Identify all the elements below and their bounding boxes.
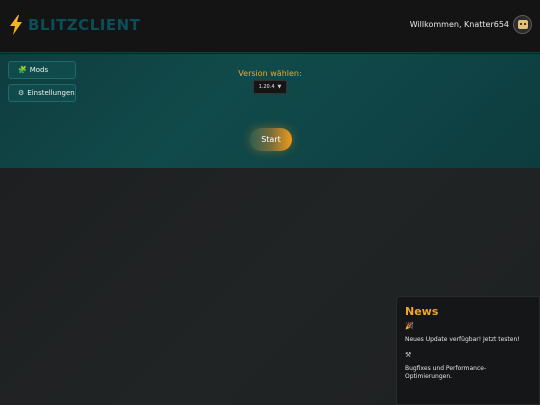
app-logo[interactable]: BLITZCLIENT — [9, 15, 140, 35]
party-popper-icon: 🎉 — [405, 322, 414, 330]
settings-button[interactable]: ⚙ Einstellungen — [8, 84, 76, 102]
version-select[interactable]: 1.20.4 ▼ — [253, 80, 287, 94]
tools-icon: ⚒ — [405, 350, 412, 359]
version-label: Version wählen: — [238, 69, 302, 78]
news-title: News — [405, 305, 439, 318]
avatar-icon[interactable] — [513, 15, 532, 34]
lightning-bolt-icon — [10, 15, 22, 35]
news-item: Neues Update verfügbar! Jetzt testen! — [405, 336, 520, 343]
welcome-text: Willkommen, Knatter654 — [409, 20, 509, 29]
start-label: Start — [261, 135, 281, 144]
news-item: Bugfixes und Performance-Optimierungen. — [405, 364, 487, 381]
start-button[interactable]: Start — [250, 128, 292, 151]
chevron-down-icon: ▼ — [277, 84, 282, 90]
top-bar: BLITZCLIENT Willkommen, Knatter654 — [0, 0, 540, 53]
app-name: BLITZCLIENT — [28, 16, 141, 34]
avatar-face — [517, 20, 528, 29]
gear-icon: ⚙ — [18, 88, 25, 97]
version-value: 1.20.4 — [258, 84, 275, 90]
news-panel: News 🎉 Neues Update verfügbar! Jetzt tes… — [396, 296, 540, 405]
settings-label: Einstellungen — [27, 89, 75, 97]
